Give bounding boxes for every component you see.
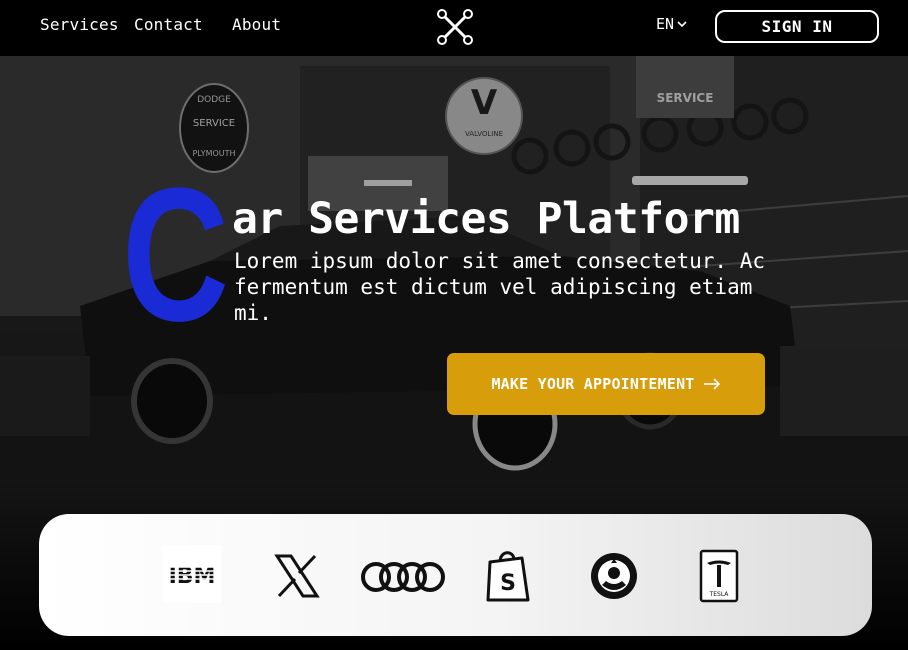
cta-label: MAKE YOUR APPOINTEMENT [491,375,695,393]
nav-link-services[interactable]: Services [40,15,119,34]
arrow-right-icon [703,378,720,390]
nav-link-contact[interactable]: Contact [134,15,203,34]
make-appointment-button[interactable]: MAKE YOUR APPOINTEMENT [447,353,765,415]
language-label: EN [656,15,675,33]
sign-in-button[interactable]: SIGN IN [715,10,879,43]
tesla-logo-icon: TESLA [699,549,739,603]
chevron-down-icon [677,21,687,28]
audi-logo-icon [360,560,446,594]
nav-link-about[interactable]: About [232,15,281,34]
svg-text:S: S [500,571,516,596]
hero-section: SERVICE PLYMOUTH DODGE V VALVOLINE SERVI… [0,56,908,480]
hero-title: ar Services Platform [232,194,740,244]
hero-title-initial: C [122,149,229,361]
top-nav: Services Contact About EN SIGN IN [0,0,908,56]
hero-subtitle: Lorem ipsum dolor sit amet consectetur. … [234,249,766,325]
ibm-logo-icon: IBM [163,545,221,603]
wrench-cross-logo-icon[interactable] [436,8,474,46]
partner-name-tesla: TESLA [709,591,730,598]
starbucks-logo-icon [589,551,639,601]
shopify-logo-icon: S [484,548,532,604]
language-selector[interactable]: EN [656,15,687,33]
x-logo-icon [274,553,320,599]
